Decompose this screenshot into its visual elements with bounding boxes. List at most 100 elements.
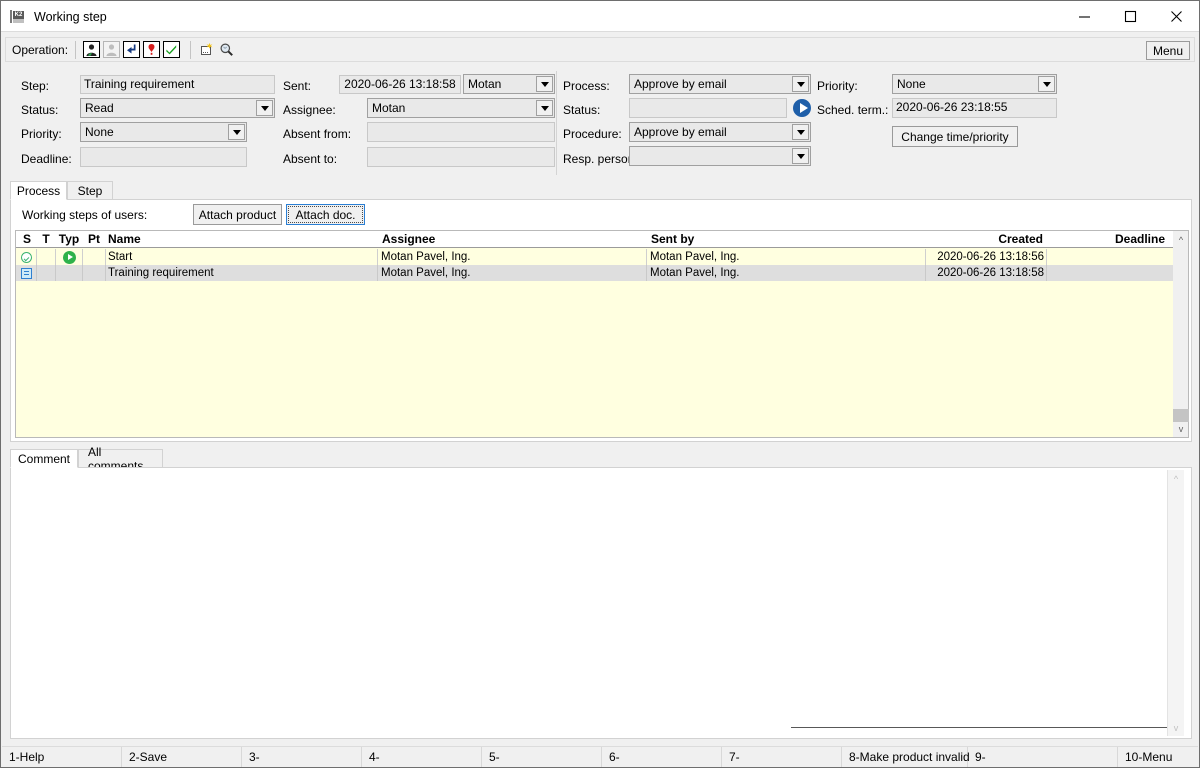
grid-vertical-scrollbar[interactable]: ^ v — [1173, 230, 1189, 438]
cell-name: Start — [108, 251, 133, 263]
sent-datetime-field[interactable]: 2020-06-26 13:18:58 — [339, 75, 461, 94]
priority-select-right[interactable]: None — [892, 74, 1057, 94]
forward-arrow-icon[interactable] — [123, 41, 141, 58]
scroll-up-icon[interactable]: ^ — [1168, 470, 1184, 487]
chevron-down-icon[interactable] — [256, 100, 273, 116]
statusbar-item-2[interactable]: 2-Save — [122, 746, 242, 767]
label-deadline: Deadline: — [21, 152, 72, 166]
statusbar-item-8[interactable]: 8-Make product invalid — [842, 746, 970, 767]
attach-product-button[interactable]: Attach product — [193, 204, 282, 225]
status-select[interactable]: Read — [80, 98, 275, 118]
scroll-down-icon[interactable]: v — [1168, 719, 1184, 736]
grid-col-t[interactable]: T — [37, 231, 55, 247]
menu-button[interactable]: Menu — [1146, 41, 1190, 60]
cell-pt — [83, 249, 105, 265]
statusbar-item-9[interactable]: 9- — [968, 746, 1118, 767]
cell-assignee: Motan Pavel, Ing. — [381, 267, 471, 279]
tab-process[interactable]: Process — [10, 181, 67, 200]
statusbar-item-5[interactable]: 5- — [482, 746, 602, 767]
tab-comment[interactable]: Comment — [10, 449, 78, 468]
assignee-select-value: Motan — [372, 101, 406, 115]
minimize-icon[interactable] — [1061, 1, 1107, 32]
priority-select-left[interactable]: None — [80, 122, 247, 142]
resp-person-select[interactable] — [629, 146, 811, 166]
scroll-up-icon[interactable]: ^ — [1173, 231, 1189, 248]
change-time-priority-button[interactable]: Change time/priority — [892, 126, 1018, 147]
main-tabstrip: Process Step — [10, 181, 1192, 200]
chevron-down-icon[interactable] — [228, 124, 245, 140]
label-sent: Sent: — [283, 79, 312, 93]
cell-deadline — [1047, 265, 1165, 281]
label-resp-person: Resp. person: — [563, 152, 638, 166]
exclamation-icon[interactable] — [143, 41, 161, 58]
chevron-down-icon[interactable] — [792, 76, 809, 92]
chevron-down-icon[interactable] — [792, 124, 809, 140]
approve-check-icon[interactable] — [163, 41, 181, 58]
statusbar-item-4[interactable]: 4- — [362, 746, 482, 767]
person-icon[interactable] — [83, 41, 101, 58]
comment-textarea[interactable] — [13, 470, 1173, 736]
chevron-down-icon[interactable] — [536, 100, 553, 116]
form-group-divider-1 — [556, 71, 557, 175]
table-row[interactable]: Training requirement Motan Pavel, Ing. M… — [16, 265, 1188, 281]
cell-created: 2020-06-26 13:18:58 — [937, 267, 1044, 279]
grid-col-name[interactable]: Name — [107, 231, 377, 247]
chevron-down-icon[interactable] — [792, 148, 809, 164]
magnifier-icon[interactable] — [218, 41, 235, 58]
process-select[interactable]: Approve by email — [629, 74, 811, 94]
absent-to-field[interactable] — [367, 147, 555, 167]
cell-created: 2020-06-26 13:18:56 — [937, 251, 1044, 263]
label-priority-left: Priority: — [21, 127, 62, 141]
statusbar-item-3[interactable]: 3- — [242, 746, 362, 767]
scroll-down-icon[interactable]: v — [1173, 420, 1189, 437]
procedure-select[interactable]: Approve by email — [629, 122, 811, 142]
operation-label: Operation: — [12, 42, 69, 57]
working-step-form: Step: Training requirement Status: Read … — [5, 67, 1195, 177]
table-row[interactable]: Start Motan Pavel, Ing. Motan Pavel, Ing… — [16, 249, 1188, 265]
label-absent-to: Absent to: — [283, 152, 338, 166]
process-status-field[interactable] — [629, 98, 787, 118]
tab-all-comments[interactable]: All comments — [78, 445, 163, 473]
window-controls — [1061, 1, 1199, 32]
cell-t — [37, 249, 55, 265]
sched-term-field[interactable]: 2020-06-26 23:18:55 — [892, 98, 1057, 118]
assignee-select[interactable]: Motan — [367, 98, 555, 118]
new-window-icon[interactable] — [198, 41, 215, 58]
toolbar-divider — [75, 40, 77, 59]
statusbar-item-7[interactable]: 7- — [722, 746, 842, 767]
comment-vertical-scrollbar[interactable]: ^ v — [1167, 470, 1184, 736]
statusbar-item-6[interactable]: 6- — [602, 746, 722, 767]
run-process-icon[interactable] — [793, 99, 811, 117]
process-select-value: Approve by email — [634, 77, 727, 91]
label-assignee: Assignee: — [283, 103, 336, 117]
label-sched-term: Sched. term.: — [817, 103, 889, 117]
chevron-down-icon[interactable] — [536, 76, 553, 92]
status-select-value: Read — [85, 101, 114, 115]
step-field[interactable]: Training requirement — [80, 75, 275, 94]
attach-doc-button[interactable]: Attach doc. — [286, 204, 365, 225]
grid-col-typ[interactable]: Typ — [56, 231, 82, 247]
grid-col-sent-by[interactable]: Sent by — [647, 231, 925, 247]
absent-from-field[interactable] — [367, 122, 555, 142]
statusbar-item-1[interactable]: 1-Help — [2, 746, 122, 767]
chevron-down-icon[interactable] — [1038, 76, 1055, 92]
statusbar-item-10[interactable]: 10-Menu — [1118, 747, 1198, 767]
cell-name: Training requirement — [108, 267, 214, 279]
grid-col-s[interactable]: S — [18, 231, 36, 247]
label-absent-from: Absent from: — [283, 127, 352, 141]
cell-pt — [83, 265, 105, 281]
cell-assignee: Motan Pavel, Ing. — [381, 251, 471, 263]
maximize-icon[interactable] — [1107, 1, 1153, 32]
sent-user-select[interactable]: Motan — [463, 74, 555, 94]
grid-col-created[interactable]: Created — [926, 231, 1046, 247]
working-steps-grid[interactable]: S T Typ Pt Name Assignee Sent by Created… — [15, 230, 1189, 438]
grid-col-pt[interactable]: Pt — [83, 231, 105, 247]
cell-sent-by: Motan Pavel, Ing. — [650, 251, 740, 263]
status-completed-icon — [16, 249, 36, 265]
tab-step[interactable]: Step — [67, 181, 113, 200]
close-icon[interactable] — [1153, 1, 1199, 32]
cell-sent-by: Motan Pavel, Ing. — [650, 267, 740, 279]
grid-col-deadline[interactable]: Deadline — [1047, 231, 1168, 247]
deadline-field[interactable] — [80, 147, 247, 167]
grid-col-assignee[interactable]: Assignee — [378, 231, 646, 247]
